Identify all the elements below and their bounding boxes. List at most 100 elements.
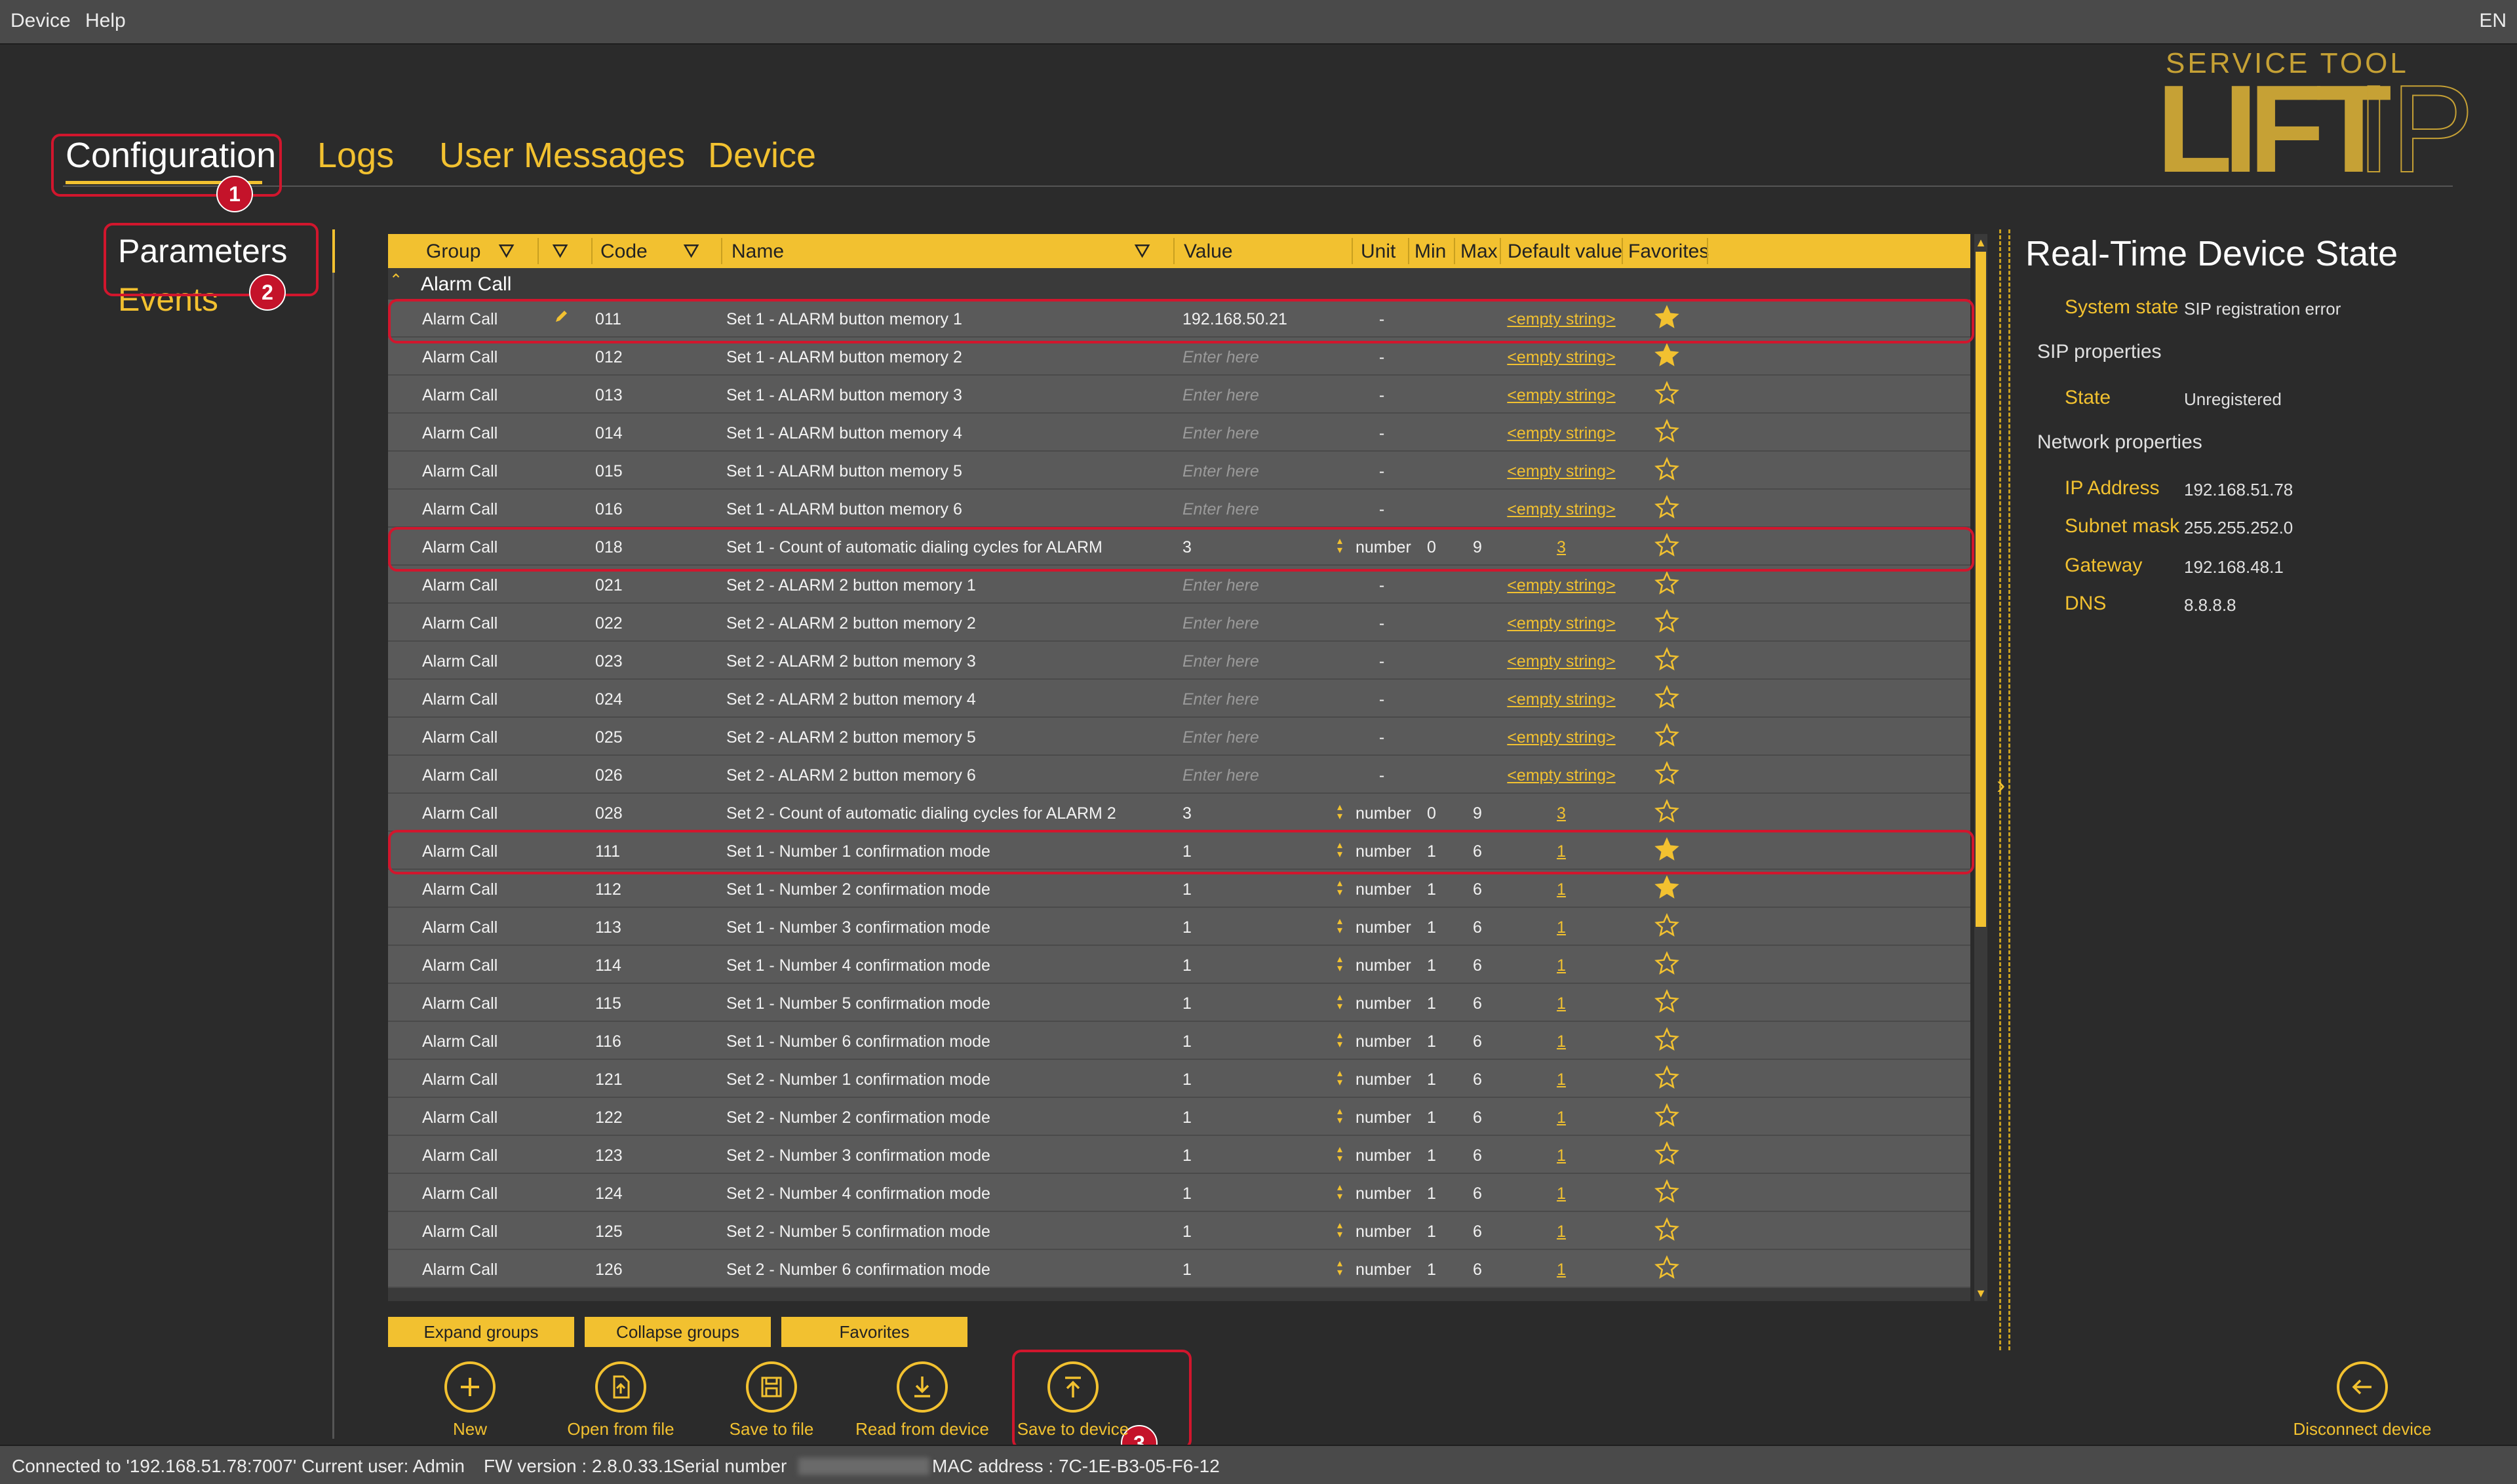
- save-to-file-button[interactable]: Save to file: [699, 1361, 844, 1439]
- header-value[interactable]: Value: [1184, 241, 1233, 263]
- spinner-icon[interactable]: ▴ ▾: [1337, 1030, 1342, 1050]
- favorite-star-icon[interactable]: [1654, 685, 1679, 710]
- table-row[interactable]: Alarm Call 023 Set 2 - ALARM 2 button memo…: [388, 642, 1970, 680]
- cell-value-input[interactable]: Enter here: [1182, 728, 1259, 747]
- disconnect-device-button[interactable]: Disconnect device: [2290, 1361, 2434, 1439]
- cell-default-link[interactable]: <empty string>: [1502, 500, 1620, 519]
- spinner-icon[interactable]: ▴ ▾: [1337, 916, 1342, 936]
- header-unit[interactable]: Unit: [1361, 241, 1395, 263]
- spinner-icon[interactable]: ▴ ▾: [1337, 1144, 1342, 1164]
- table-row[interactable]: Alarm Call 022 Set 2 - ALARM 2 button memo…: [388, 604, 1970, 642]
- table-row[interactable]: Alarm Call 123 Set 2 - Number 3 confirmati…: [388, 1136, 1970, 1174]
- cell-value-input[interactable]: 1: [1182, 1260, 1192, 1279]
- table-row[interactable]: Alarm Call 124 Set 2 - Number 4 confirmati…: [388, 1174, 1970, 1212]
- table-row[interactable]: Alarm Call 025 Set 2 - ALARM 2 button memo…: [388, 718, 1970, 756]
- favorite-star-icon[interactable]: [1654, 343, 1679, 368]
- favorite-star-icon[interactable]: [1654, 609, 1679, 634]
- spinner-icon[interactable]: ▴ ▾: [1337, 1182, 1342, 1202]
- cell-value-input[interactable]: 1: [1182, 1146, 1192, 1165]
- spinner-icon[interactable]: ▴ ▾: [1337, 802, 1342, 822]
- table-row[interactable]: Alarm Call 024 Set 2 - ALARM 2 button memo…: [388, 680, 1970, 718]
- spinner-icon[interactable]: ▴ ▾: [1337, 878, 1342, 898]
- table-row[interactable]: Alarm Call 122 Set 2 - Number 2 confirmati…: [388, 1098, 1970, 1136]
- new-button[interactable]: New: [398, 1361, 542, 1439]
- favorite-star-icon[interactable]: [1654, 1027, 1679, 1052]
- header-default-value[interactable]: Default value: [1508, 241, 1622, 263]
- table-row[interactable]: Alarm Call 116 Set 1 - Number 6 confirmati…: [388, 1022, 1970, 1060]
- cell-value-input[interactable]: Enter here: [1182, 614, 1259, 633]
- tab-user-messages[interactable]: User Messages: [439, 135, 685, 176]
- spinner-icon[interactable]: ▴ ▾: [1337, 1068, 1342, 1088]
- cell-value-input[interactable]: 1: [1182, 994, 1192, 1013]
- read-from-device-button[interactable]: Read from device: [850, 1361, 994, 1439]
- spinner-icon[interactable]: ▴ ▾: [1337, 1259, 1342, 1278]
- cell-value-input[interactable]: 1: [1182, 1222, 1192, 1241]
- cell-default-link[interactable]: 1: [1502, 1184, 1620, 1203]
- cell-default-link[interactable]: <empty string>: [1502, 728, 1620, 747]
- table-row[interactable]: Alarm Call 125 Set 2 - Number 5 confirmati…: [388, 1212, 1970, 1250]
- cell-default-link[interactable]: <empty string>: [1502, 462, 1620, 481]
- cell-value-input[interactable]: Enter here: [1182, 424, 1259, 443]
- cell-default-link[interactable]: 1: [1502, 1260, 1620, 1279]
- table-row[interactable]: Alarm Call 112 Set 1 - Number 2 confirmati…: [388, 870, 1970, 908]
- spinner-icon[interactable]: ▴ ▾: [1337, 1106, 1342, 1126]
- cell-default-link[interactable]: <empty string>: [1502, 424, 1620, 443]
- table-row[interactable]: Alarm Call 026 Set 2 - ALARM 2 button memo…: [388, 756, 1970, 794]
- tab-logs[interactable]: Logs: [317, 135, 394, 176]
- favorite-star-icon[interactable]: [1654, 951, 1679, 976]
- favorite-star-icon[interactable]: [1654, 1217, 1679, 1242]
- open-from-file-button[interactable]: Open from file: [549, 1361, 693, 1439]
- header-group[interactable]: Group: [426, 241, 480, 263]
- cell-default-link[interactable]: <empty string>: [1502, 690, 1620, 709]
- tab-device[interactable]: Device: [708, 135, 816, 176]
- menu-device[interactable]: Device: [10, 10, 71, 32]
- favorite-star-icon[interactable]: [1654, 989, 1679, 1014]
- spinner-icon[interactable]: ▴ ▾: [1337, 954, 1342, 974]
- favorite-star-icon[interactable]: [1654, 1255, 1679, 1280]
- cell-default-link[interactable]: 1: [1502, 880, 1620, 899]
- cell-value-input[interactable]: Enter here: [1182, 576, 1259, 595]
- spinner-icon[interactable]: ▴ ▾: [1337, 992, 1342, 1012]
- cell-default-link[interactable]: 1: [1502, 994, 1620, 1013]
- cell-default-link[interactable]: 1: [1502, 956, 1620, 975]
- cell-value-input[interactable]: 3: [1182, 804, 1192, 823]
- cell-value-input[interactable]: Enter here: [1182, 462, 1259, 481]
- cell-value-input[interactable]: 1: [1182, 1184, 1192, 1203]
- cell-value-input[interactable]: Enter here: [1182, 500, 1259, 519]
- cell-default-link[interactable]: 1: [1502, 1108, 1620, 1127]
- table-row[interactable]: Alarm Call 016 Set 1 - ALARM button memory…: [388, 490, 1970, 528]
- menu-help[interactable]: Help: [85, 10, 126, 32]
- filter-icon[interactable]: ⛛: [1134, 241, 1150, 263]
- table-row[interactable]: Alarm Call 015 Set 1 - ALARM button memory…: [388, 452, 1970, 490]
- favorite-star-icon[interactable]: [1654, 1141, 1679, 1166]
- favorite-star-icon[interactable]: [1654, 1065, 1679, 1090]
- table-row[interactable]: Alarm Call 115 Set 1 - Number 5 confirmati…: [388, 984, 1970, 1022]
- table-row[interactable]: Alarm Call 126 Set 2 - Number 6 confirmati…: [388, 1250, 1970, 1288]
- table-row[interactable]: Alarm Call 014 Set 1 - ALARM button memory…: [388, 414, 1970, 452]
- cell-default-link[interactable]: <empty string>: [1502, 348, 1620, 367]
- cell-value-input[interactable]: 1: [1182, 1032, 1192, 1051]
- cell-value-input[interactable]: 1: [1182, 918, 1192, 937]
- header-favorites[interactable]: Favorites: [1628, 241, 1709, 263]
- favorite-star-icon[interactable]: [1654, 875, 1679, 900]
- table-row[interactable]: Alarm Call 028 Set 2 - Count of automatic …: [388, 794, 1970, 832]
- favorite-star-icon[interactable]: [1654, 647, 1679, 672]
- cell-default-link[interactable]: 1: [1502, 1032, 1620, 1051]
- collapse-groups-button[interactable]: Collapse groups: [585, 1317, 771, 1347]
- favorite-star-icon[interactable]: [1654, 381, 1679, 406]
- favorite-star-icon[interactable]: [1654, 571, 1679, 596]
- cell-value-input[interactable]: 1: [1182, 1070, 1192, 1089]
- cell-default-link[interactable]: 1: [1502, 1222, 1620, 1241]
- table-row[interactable]: Alarm Call 113 Set 1 - Number 3 confirmati…: [388, 908, 1970, 946]
- cell-default-link[interactable]: 3: [1502, 804, 1620, 823]
- favorites-button[interactable]: Favorites: [781, 1317, 967, 1347]
- group-header-row[interactable]: ⌃ Alarm Call: [388, 268, 1970, 300]
- collapse-group-icon[interactable]: ⌃: [389, 271, 402, 290]
- cell-default-link[interactable]: 1: [1502, 918, 1620, 937]
- cell-value-input[interactable]: 1: [1182, 956, 1192, 975]
- favorite-star-icon[interactable]: [1654, 799, 1679, 824]
- favorite-star-icon[interactable]: [1654, 913, 1679, 938]
- cell-default-link[interactable]: <empty string>: [1502, 652, 1620, 671]
- filter-icon[interactable]: ⛛: [498, 241, 515, 263]
- table-row[interactable]: Alarm Call 114 Set 1 - Number 4 confirmati…: [388, 946, 1970, 984]
